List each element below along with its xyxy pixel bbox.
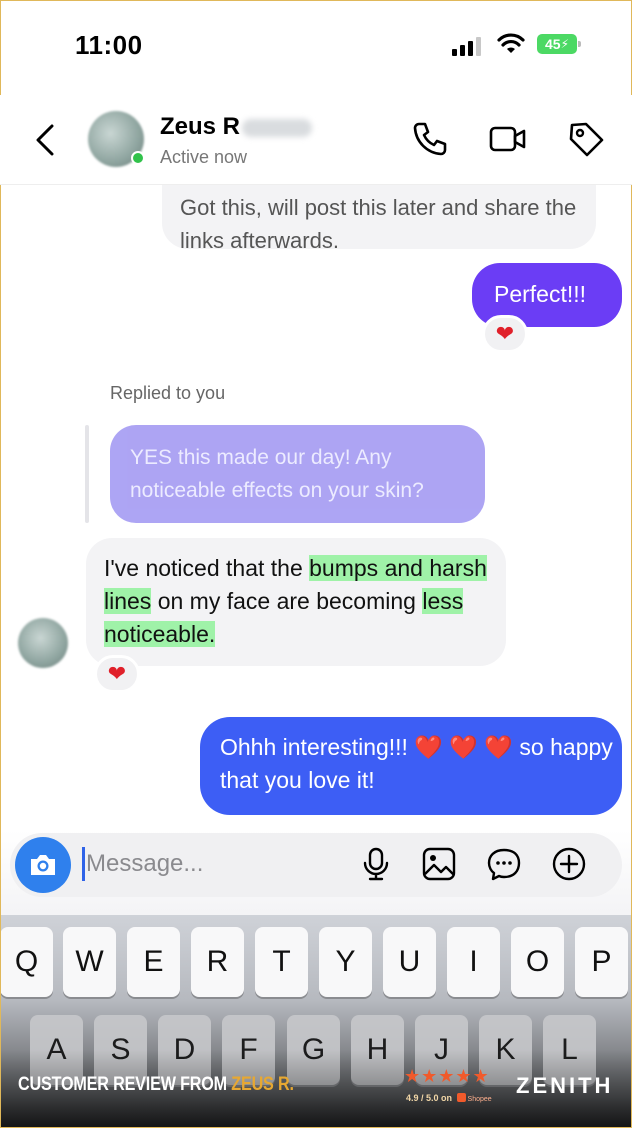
phone-icon[interactable]: [410, 119, 450, 159]
key[interactable]: Q: [0, 927, 53, 997]
plus-circle-icon[interactable]: [551, 846, 587, 882]
contact-name-text: Zeus R: [160, 113, 241, 140]
camera-icon: [31, 855, 55, 875]
avatar[interactable]: [18, 618, 68, 668]
battery-icon: 45 ⚡: [537, 34, 581, 54]
microphone-icon[interactable]: [358, 846, 394, 882]
brand-logo: ZENITH: [516, 1073, 614, 1098]
incoming-message[interactable]: Got this, will post this later and share…: [162, 185, 596, 253]
back-arrow-icon[interactable]: [30, 120, 60, 160]
key[interactable]: E: [127, 927, 180, 997]
rating-text: 4.9 / 5.0 on Shopee: [406, 1093, 492, 1103]
text-cursor: [82, 847, 85, 881]
battery-level: 45: [544, 36, 561, 52]
reviewer-name: ZEUS R.: [231, 1074, 294, 1095]
image-icon[interactable]: [421, 846, 457, 882]
shopee-label: Shopee: [467, 1096, 492, 1103]
review-caption: CUSTOMER REVIEW FROM ZEUS R.: [18, 1074, 294, 1096]
message-text: Ohhh interesting!!!: [220, 734, 415, 760]
outgoing-message[interactable]: Ohhh interesting!!! ❤️ ❤️ ❤️ so happy th…: [200, 717, 622, 815]
replied-label: Replied to you: [110, 383, 226, 403]
heart-reaction[interactable]: ❤: [482, 315, 528, 353]
message-text: I've noticed that the: [104, 555, 310, 581]
key[interactable]: I: [447, 927, 500, 997]
key[interactable]: W: [63, 927, 116, 997]
contact-name[interactable]: Zeus R: [160, 113, 313, 141]
incoming-message[interactable]: I've noticed that the bumps and harsh li…: [86, 538, 506, 666]
online-indicator: [131, 151, 145, 165]
rating-value: 4.9 / 5.0 on: [406, 1093, 453, 1103]
status-bar: 11:00 45 ⚡: [0, 0, 632, 90]
key[interactable]: U: [383, 927, 436, 997]
heart-emojis: ❤️ ❤️ ❤️: [414, 734, 514, 760]
caption-prefix: CUSTOMER REVIEW FROM: [18, 1074, 232, 1095]
chat-header: Zeus R Active now: [0, 95, 632, 185]
chat-bubble-icon[interactable]: [486, 846, 522, 882]
status-time: 11:00: [75, 30, 143, 60]
key[interactable]: Y: [319, 927, 372, 997]
message-input[interactable]: [86, 847, 336, 881]
video-camera-icon[interactable]: [488, 119, 528, 159]
reply-quote[interactable]: YES this made our day! Any noticeable ef…: [110, 425, 485, 523]
contact-avatar[interactable]: [88, 111, 145, 167]
key[interactable]: R: [191, 927, 244, 997]
blurred-surname: [242, 118, 313, 137]
chat-thread[interactable]: Got this, will post this later and share…: [0, 185, 632, 830]
rating-stars-icon: ★★★★★: [404, 1066, 490, 1086]
signal-icon: [452, 36, 481, 56]
reply-divider: [85, 425, 89, 523]
wifi-icon: [497, 33, 525, 53]
shopee-bag-icon: [456, 1093, 466, 1102]
message-text: on my face are becoming: [151, 588, 423, 614]
key[interactable]: P: [575, 927, 628, 997]
active-status: Active now: [160, 147, 248, 167]
camera-button[interactable]: [15, 837, 71, 893]
message-composer: [0, 830, 632, 915]
heart-reaction[interactable]: ❤: [94, 655, 140, 693]
key[interactable]: T: [255, 927, 308, 997]
tag-icon[interactable]: [566, 119, 606, 159]
key[interactable]: O: [511, 927, 564, 997]
